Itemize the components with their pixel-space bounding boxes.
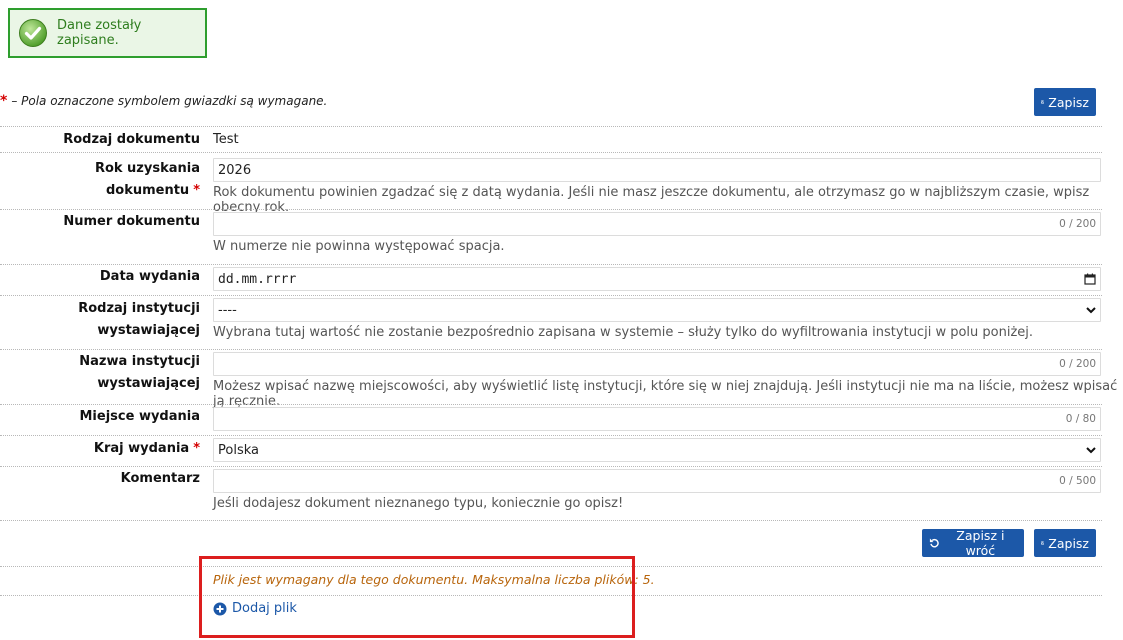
floppy-icon (1041, 100, 1045, 104)
char-counter: 0 / 200 (1059, 358, 1096, 370)
divider (0, 349, 1102, 350)
chevron-down-icon (1086, 447, 1096, 454)
divider (0, 520, 1102, 521)
year-label: Rok uzyskania dokumentu * (94, 161, 200, 198)
required-star: * (0, 93, 8, 109)
country-label: Kraj wydania * (93, 441, 200, 456)
highlight-box (199, 556, 635, 638)
institution-name-label: Nazwa instytucji wystawiającej (79, 354, 200, 391)
divider (0, 404, 1102, 405)
char-counter: 0 / 200 (1059, 218, 1096, 230)
number-help: W numerze nie powinna występować spacja. (213, 239, 505, 254)
undo-icon (929, 538, 939, 548)
institution-name-input[interactable]: 0 / 200 (213, 352, 1101, 376)
chevron-down-icon (1086, 307, 1096, 314)
year-input[interactable]: 2026 (213, 158, 1101, 182)
save-and-return-button[interactable]: Zapisz i wróć (922, 528, 1024, 558)
doc-type-value: Test (213, 132, 239, 147)
required-note-text: – Pola oznaczone symbolem gwiazdki są wy… (11, 94, 328, 108)
save-button-label: Zapisz (1048, 535, 1089, 551)
issue-date-input[interactable]: dd.mm.rrrr (213, 267, 1101, 291)
institution-type-label: Rodzaj instytucji wystawiającej (78, 301, 200, 338)
issue-date-label: Data wydania (99, 269, 200, 284)
year-help: Rok dokumentu powinien zgadzać się z dat… (213, 185, 1090, 215)
required-fields-note: * – Pola oznaczone symbolem gwiazdki są w… (0, 93, 327, 109)
institution-type-help: Wybrana tutaj wartość nie zostanie bezpo… (213, 325, 1034, 340)
divider (0, 466, 1102, 467)
place-label: Miejsce wydania (79, 409, 201, 424)
floppy-icon (1041, 541, 1045, 545)
save-and-return-label: Zapisz i wróć (956, 528, 1005, 558)
save-button-bottom[interactable]: Zapisz (1034, 529, 1096, 557)
comment-label: Komentarz (120, 471, 200, 486)
check-circle-icon (19, 19, 47, 47)
country-select[interactable]: Polska (213, 438, 1101, 462)
institution-type-select[interactable]: ---- (213, 298, 1101, 322)
save-button-label: Zapisz (1048, 94, 1089, 110)
comment-textarea[interactable]: 0 / 500 (213, 469, 1101, 493)
divider (0, 264, 1102, 265)
char-counter: 0 / 500 (1059, 475, 1096, 487)
place-input[interactable]: 0 / 80 (213, 407, 1101, 431)
divider (0, 295, 1102, 296)
number-input[interactable]: 0 / 200 (213, 212, 1101, 236)
char-counter: 0 / 80 (1065, 413, 1096, 425)
divider (0, 126, 1102, 127)
divider (0, 435, 1102, 436)
divider (0, 152, 1102, 153)
success-message: Dane zostały zapisane. (57, 18, 142, 48)
divider (0, 209, 1102, 210)
calendar-icon[interactable] (1084, 273, 1096, 285)
comment-help: Jeśli dodajesz dokument nieznanego typu,… (213, 496, 624, 511)
doc-type-label: Rodzaj dokumentu (63, 132, 200, 147)
number-label: Numer dokumentu (63, 214, 200, 229)
success-alert: Dane zostały zapisane. (8, 8, 207, 58)
save-button-top[interactable]: Zapisz (1034, 88, 1096, 116)
